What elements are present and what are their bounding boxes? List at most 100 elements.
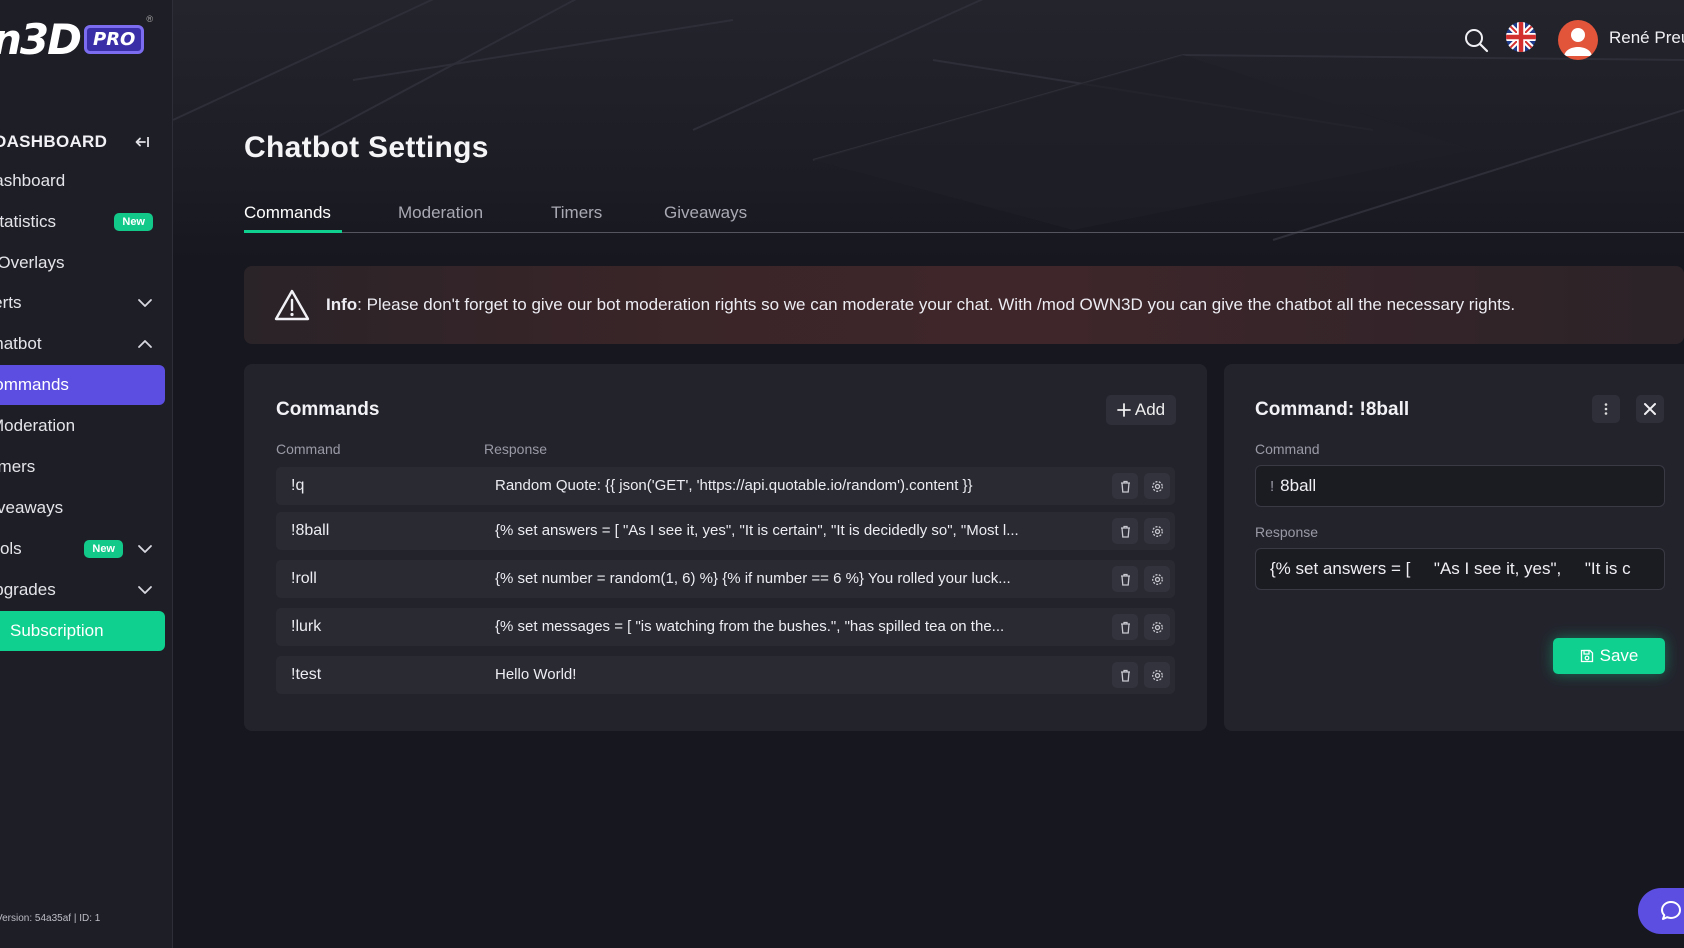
language-flag-icon[interactable]	[1506, 22, 1536, 52]
table-row[interactable]: !roll {% set number = random(1, 6) %} {%…	[276, 560, 1175, 598]
delete-button[interactable]	[1112, 662, 1138, 688]
settings-button[interactable]	[1144, 566, 1170, 592]
trash-icon	[1120, 669, 1130, 682]
delete-button[interactable]	[1112, 518, 1138, 544]
sidebar-item-alerts[interactable]: Alerts	[0, 283, 165, 323]
save-button[interactable]: Save	[1553, 638, 1665, 674]
new-badge: New	[84, 540, 123, 558]
command-editor-card: Command: !8ball Command ! 8ball Response…	[1224, 364, 1684, 731]
sidebar-item-label: Moderation	[0, 416, 76, 435]
sidebar-item-commands[interactable]: Commands	[0, 365, 165, 405]
more-vertical-icon	[1604, 403, 1608, 415]
sidebar-item-upgrades[interactable]: Upgrades	[0, 570, 165, 610]
logo-registered-mark: ®	[146, 14, 153, 24]
command-field-value: 8ball	[1280, 476, 1317, 495]
sidebar-item-timers[interactable]: Timers	[0, 447, 165, 487]
chevron-up-icon	[138, 340, 152, 348]
sidebar-item-label: My Overlays	[0, 253, 65, 272]
plus-icon	[1116, 403, 1131, 417]
delete-button[interactable]	[1112, 614, 1138, 640]
sidebar-item-statistics[interactable]: Statistics New	[0, 202, 165, 242]
response-field-value: {% set answers = [ "As I see it, yes", "…	[1270, 559, 1631, 578]
search-icon[interactable]	[1463, 27, 1489, 53]
save-icon	[1580, 649, 1593, 663]
sidebar-item-chatbot[interactable]: Chatbot	[0, 324, 165, 364]
sidebar-item-label: Tools	[0, 539, 22, 558]
gear-icon	[1151, 669, 1163, 681]
table-row[interactable]: !lurk {% set messages = [ "is watching f…	[276, 608, 1175, 646]
sidebar-item-moderation[interactable]: Moderation	[0, 406, 165, 446]
tab-timers[interactable]: Timers	[551, 203, 602, 223]
settings-button[interactable]	[1144, 662, 1170, 688]
save-label: Save	[1599, 646, 1639, 665]
table-row[interactable]: !8ball {% set answers = [ "As I see it, …	[276, 512, 1175, 550]
trash-icon	[1120, 621, 1130, 634]
response-field[interactable]: {% set answers = [ "As I see it, yes", "…	[1255, 548, 1665, 590]
settings-button[interactable]	[1144, 473, 1170, 499]
sidebar-item-label: Statistics	[0, 212, 57, 231]
close-button[interactable]	[1636, 395, 1664, 423]
logo-text: n3D	[0, 14, 82, 64]
add-command-button[interactable]: Add	[1106, 395, 1176, 425]
settings-button[interactable]	[1144, 614, 1170, 640]
sidebar-item-label: Alerts	[0, 293, 22, 312]
sidebar-item-dashboard[interactable]: Dashboard	[0, 161, 165, 201]
sidebar-item-label: Dashboard	[0, 171, 66, 190]
add-command-label: Add	[1134, 400, 1166, 419]
column-header-response: Response	[484, 441, 548, 457]
info-label: Info	[326, 295, 358, 314]
response-cell: {% set answers = [ "As I see it, yes", "…	[495, 522, 1019, 539]
command-cell: !lurk	[291, 618, 322, 635]
command-field[interactable]: ! 8ball	[1255, 465, 1665, 507]
trash-icon	[1120, 525, 1130, 538]
gear-icon	[1151, 480, 1163, 492]
sidebar-item-giveaways[interactable]: Giveaways	[0, 488, 165, 528]
tab-giveaways[interactable]: Giveaways	[664, 203, 747, 223]
avatar[interactable]	[1558, 20, 1598, 60]
logo-pro-badge: PRO	[84, 24, 145, 54]
sidebar-item-label: Upgrades	[0, 580, 56, 599]
table-row[interactable]: !q Random Quote: {{ json('GET', 'https:/…	[276, 467, 1175, 505]
collapse-sidebar-icon[interactable]	[134, 133, 152, 151]
page-title: Chatbot Settings	[244, 131, 489, 164]
response-cell: {% set number = random(1, 6) %} {% if nu…	[495, 570, 1011, 587]
sidebar-item-label: Commands	[0, 375, 69, 394]
app-root: n3D PRO ® DASHBOARD Dashboard Statistics…	[0, 0, 1684, 948]
tab-commands[interactable]: Commands	[244, 203, 331, 223]
commands-card-title: Commands	[276, 399, 380, 420]
delete-button[interactable]	[1112, 473, 1138, 499]
more-options-button[interactable]	[1592, 395, 1620, 423]
sidebar-item-tools[interactable]: Tools New	[0, 529, 165, 569]
gear-icon	[1151, 573, 1163, 585]
sidebar-heading-label: DASHBOARD	[0, 132, 108, 151]
sidebar-item-label: Timers	[0, 457, 36, 476]
tab-moderation[interactable]: Moderation	[398, 203, 483, 223]
chat-icon	[1661, 901, 1681, 920]
sidebar: n3D PRO ® DASHBOARD Dashboard Statistics…	[0, 0, 173, 948]
table-row[interactable]: !test Hello World!	[276, 656, 1175, 694]
sidebar-item-subscription[interactable]: Subscription	[0, 611, 165, 651]
settings-button[interactable]	[1144, 518, 1170, 544]
chevron-down-icon	[138, 586, 152, 594]
new-badge: New	[114, 213, 153, 231]
gear-icon	[1151, 621, 1163, 633]
close-icon	[1644, 403, 1656, 415]
command-cell: !roll	[291, 570, 317, 587]
info-banner: Info: Please don't forget to give our bo…	[244, 266, 1684, 344]
user-name[interactable]: René Preuß	[1609, 28, 1684, 48]
command-prefix: !	[1270, 477, 1275, 495]
command-cell: !q	[291, 477, 305, 494]
command-cell: !8ball	[291, 522, 330, 539]
sidebar-heading: DASHBOARD	[0, 130, 164, 154]
support-chat-button[interactable]	[1638, 888, 1684, 934]
sidebar-item-label: Giveaways	[0, 498, 64, 517]
response-field-label: Response	[1255, 524, 1319, 540]
sidebar-item-my-overlays[interactable]: My Overlays	[0, 243, 165, 283]
commands-card: Commands Add Command Response !q Random …	[244, 364, 1207, 731]
warning-icon	[274, 289, 310, 321]
gear-icon	[1151, 525, 1163, 537]
delete-button[interactable]	[1112, 566, 1138, 592]
brand-logo[interactable]: n3D PRO ®	[0, 14, 153, 64]
command-field-label: Command	[1255, 441, 1320, 457]
chevron-down-icon	[138, 545, 152, 553]
